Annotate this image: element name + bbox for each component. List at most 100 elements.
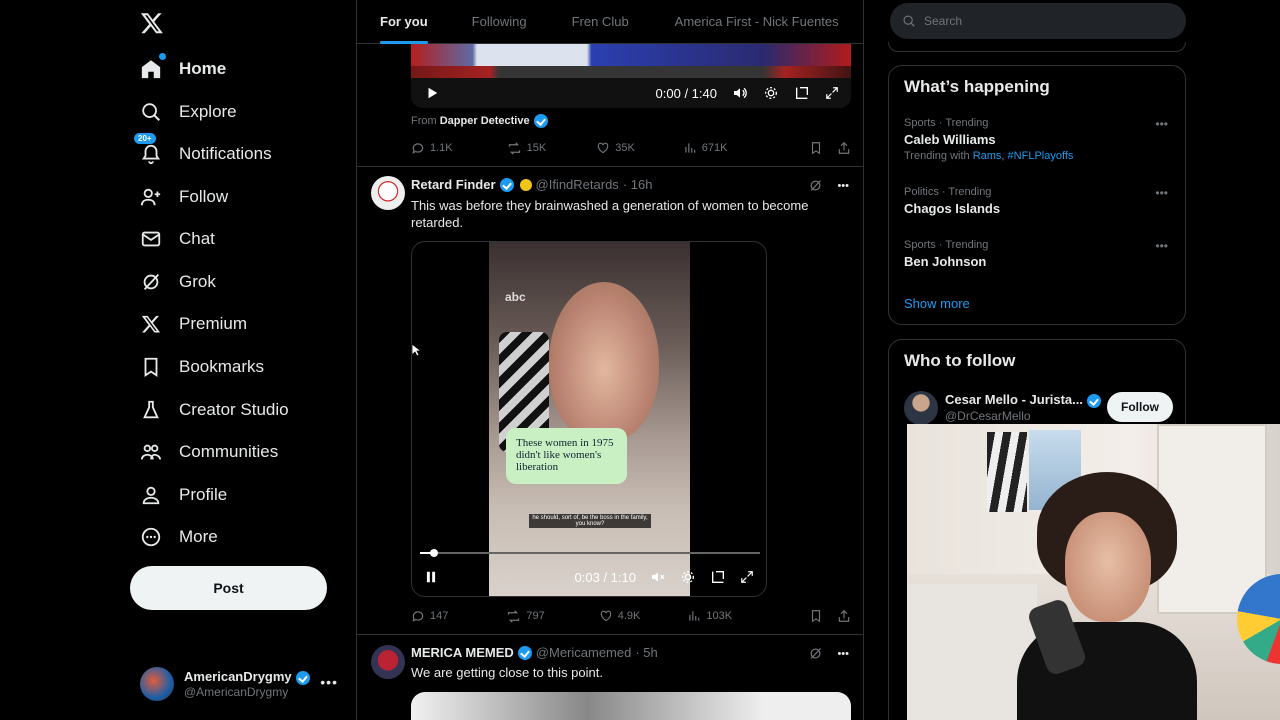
views-button[interactable]: 103K [687,609,732,623]
bookmark-icon[interactable] [809,609,823,623]
reply-button[interactable]: 1.1K [411,141,453,155]
share-icon[interactable] [837,609,851,623]
nav-premium[interactable]: Premium [138,304,247,344]
video-progress[interactable] [420,549,760,557]
repost-button[interactable]: 15K [507,141,546,156]
nav-label: Creator Studio [179,400,289,419]
video-time: 0:00 / 1:40 [655,85,717,101]
avatar[interactable] [371,645,405,679]
bookmark-icon[interactable] [809,141,823,155]
like-button[interactable]: 4.9K [599,609,640,623]
picture-in-picture-icon[interactable] [794,85,810,101]
divider [357,634,863,635]
tweet-header-actions: ••• [808,646,849,661]
fullscreen-icon[interactable] [825,86,839,100]
nav-label: Communities [179,442,279,461]
mail-icon [138,226,164,252]
nav-profile[interactable]: Profile [138,475,227,515]
trend-item[interactable]: Politics · Trending Chagos Islands ••• [904,186,1174,216]
author-handle[interactable]: @Mericamemed [536,645,632,660]
tweet-media[interactable] [411,692,851,720]
author-name[interactable]: MERICA MEMED [411,645,514,660]
view-count: 103K [706,610,733,622]
video-frame [411,44,851,66]
post-button[interactable]: Post [130,566,327,610]
more-horizontal-icon[interactable]: ••• [1155,239,1168,253]
trend-item[interactable]: Sports · Trending Ben Johnson ••• [904,239,1174,269]
tab-following[interactable]: Following [472,0,527,44]
show-more-link[interactable]: Show more [904,296,970,311]
search-input[interactable] [924,14,1164,28]
reply-button[interactable]: 147 [411,609,448,623]
tab-for-you[interactable]: For you [380,0,428,44]
like-button[interactable]: 35K [596,141,635,155]
video-player[interactable]: abc These women in 1975 didn't like wome… [411,241,767,597]
repost-count: 797 [526,610,545,622]
more-horizontal-icon[interactable]: ••• [837,648,849,660]
nav-bookmarks[interactable]: Bookmarks [138,347,264,387]
settings-gear-icon[interactable] [763,85,779,101]
fullscreen-icon[interactable] [740,570,754,584]
volume-icon[interactable] [732,85,748,101]
trend-meta: Sports · Trending [904,117,989,129]
more-circle-icon [138,524,164,550]
views-button[interactable]: 671K [683,141,728,155]
pause-icon[interactable] [424,570,438,584]
trend-item[interactable]: Sports · Trending Caleb Williams Trendin… [904,117,1174,162]
progress-knob[interactable] [429,549,438,557]
reply-icon [412,143,424,154]
person-icon [138,482,164,508]
picture-in-picture-icon[interactable] [710,569,726,585]
share-icon[interactable] [837,141,851,155]
suggested-user-handle: @DrCesarMello [945,409,1031,423]
video-player[interactable]: 0:00 / 1:40 [411,44,851,108]
nav-home[interactable]: Home [138,49,226,89]
x-logo-icon[interactable] [140,10,164,36]
settings-gear-icon[interactable] [680,569,696,585]
verified-badge-icon [533,114,548,128]
mute-icon[interactable] [650,569,666,585]
more-horizontal-icon[interactable]: ••• [837,180,849,192]
trend-link[interactable]: #NFLPlayoffs [1008,150,1074,162]
avatar[interactable] [904,391,938,425]
tweet-text: We are getting close to this point. [411,665,603,680]
tab-america-first[interactable]: America First - Nick Fuentes [675,0,839,44]
source-name[interactable]: Dapper Detective [440,115,530,127]
nav-notifications[interactable]: 20+ Notifications [134,133,272,174]
grok-icon[interactable] [808,178,823,193]
nav-explore[interactable]: Explore [138,92,237,132]
nav-more[interactable]: More [138,517,218,557]
repost-button[interactable]: 797 [506,609,545,624]
account-switcher[interactable]: AmericanDrygmy @AmericanDrygmy ••• [140,664,350,704]
nav-label: Profile [179,485,228,504]
search-icon [903,15,915,27]
nav-communities[interactable]: Communities [138,432,278,472]
more-horizontal-icon[interactable]: ••• [1155,117,1168,131]
grok-icon[interactable] [808,646,823,661]
nav-creator-studio[interactable]: Creator Studio [138,390,289,430]
author-name[interactable]: Retard Finder [411,177,496,192]
tab-fren-club[interactable]: Fren Club [572,0,629,44]
nav-follow[interactable]: Follow [138,177,228,217]
avatar[interactable] [371,176,405,210]
tweet-time[interactable]: · 16h [623,177,653,192]
more-horizontal-icon[interactable]: ••• [320,674,338,690]
verified-badge-icon [295,670,310,685]
author-handle[interactable]: @IfindRetards [536,177,619,192]
search-icon [138,99,164,125]
suggested-user-name: Cesar Mello - Jurista... [945,392,1083,407]
trend-link[interactable]: Rams [973,150,1002,162]
section-title: Who to follow [904,351,1016,370]
suggested-user-row[interactable]: Cesar Mello - Jurista... [945,392,1101,408]
avatar [140,667,174,701]
search-bar[interactable] [890,3,1186,39]
follow-button[interactable]: Follow [1107,392,1173,422]
nav-grok[interactable]: Grok [138,262,216,302]
timeline-tabs: For you Following Fren Club America Firs… [357,0,863,44]
play-icon[interactable] [425,86,439,100]
nav-label: Premium [179,314,248,333]
more-horizontal-icon[interactable]: ••• [1155,186,1168,200]
nav-chat[interactable]: Chat [138,219,215,259]
tweet-time[interactable]: · 5h [635,645,657,660]
video-frame [549,282,659,442]
